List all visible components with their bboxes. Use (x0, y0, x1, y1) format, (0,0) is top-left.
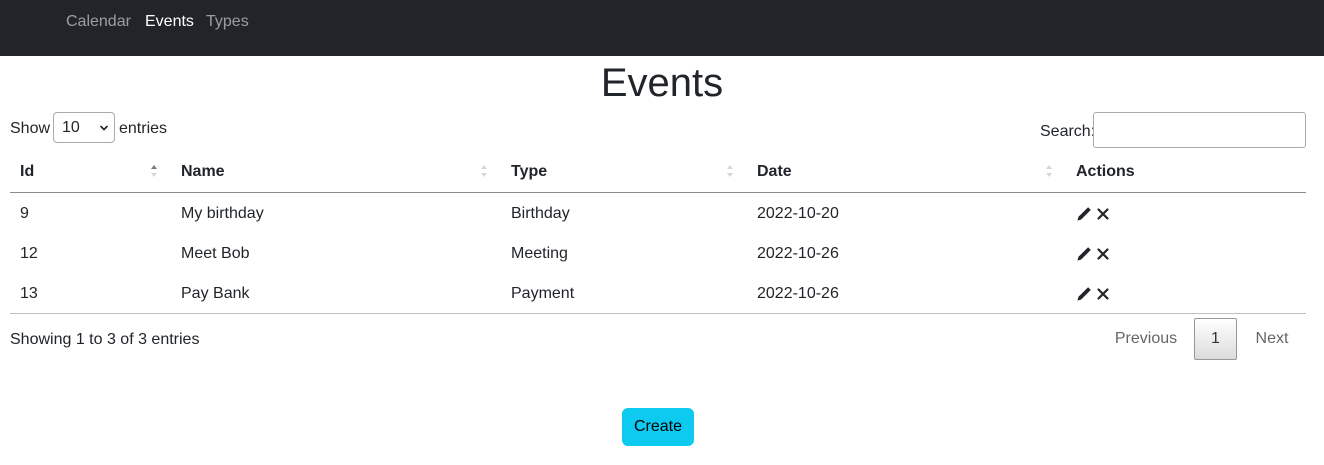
close-icon[interactable] (1095, 206, 1111, 222)
cell-type: Payment (511, 285, 575, 302)
cell-id: 9 (20, 205, 29, 222)
page-length-select[interactable]: 10 (53, 112, 115, 143)
page-length-value: 10 (62, 119, 80, 136)
pagination-page-1[interactable]: 1 (1194, 318, 1237, 360)
table-row: 9 My birthday Birthday 2022-10-20 (10, 194, 1306, 234)
close-icon[interactable] (1095, 246, 1111, 262)
cell-date: 2022-10-20 (757, 205, 839, 222)
show-label: Show (10, 120, 51, 137)
table-row: 12 Meet Bob Meeting 2022-10-26 (10, 234, 1306, 274)
table-body: 9 My birthday Birthday 2022-10-20 12 Mee… (10, 194, 1306, 314)
cell-date: 2022-10-26 (757, 245, 839, 262)
sort-icon (481, 164, 487, 180)
cell-name: My birthday (181, 205, 264, 222)
close-icon[interactable] (1095, 286, 1111, 302)
column-header-date[interactable]: Date (757, 162, 792, 182)
table-header: Id Name Type Date Actions (10, 152, 1306, 193)
entries-label: entries (119, 120, 168, 137)
pagination-next[interactable]: Next (1243, 318, 1301, 360)
cell-type: Birthday (511, 205, 570, 222)
column-header-actions: Actions (1076, 163, 1135, 180)
nav-events[interactable]: Events (145, 12, 194, 32)
cell-name: Meet Bob (181, 245, 250, 262)
chevron-down-icon (100, 125, 108, 131)
search-label: Search: (1040, 123, 1096, 140)
top-navbar: Calendar Events Types (0, 0, 1324, 56)
cell-id: 12 (20, 245, 38, 262)
column-header-name[interactable]: Name (181, 162, 225, 182)
cell-date: 2022-10-26 (757, 285, 839, 302)
search-input[interactable] (1093, 112, 1306, 148)
cell-type: Meeting (511, 245, 568, 262)
cell-id: 13 (20, 285, 38, 302)
nav-calendar[interactable]: Calendar (66, 12, 131, 32)
page-title: Events (600, 61, 724, 105)
sort-ascending-icon (151, 164, 157, 180)
sort-icon (727, 164, 733, 180)
table-row: 13 Pay Bank Payment 2022-10-26 (10, 274, 1306, 314)
pencil-icon[interactable] (1076, 206, 1092, 222)
pencil-icon[interactable] (1076, 246, 1092, 262)
nav-types[interactable]: Types (206, 12, 249, 32)
create-button[interactable]: Create (622, 408, 694, 446)
pagination-previous[interactable]: Previous (1103, 318, 1189, 360)
cell-name: Pay Bank (181, 285, 250, 302)
column-header-id[interactable]: Id (20, 162, 34, 182)
sort-icon (1046, 164, 1052, 180)
table-info: Showing 1 to 3 of 3 entries (10, 331, 200, 348)
pencil-icon[interactable] (1076, 286, 1092, 302)
column-header-type[interactable]: Type (511, 162, 547, 182)
